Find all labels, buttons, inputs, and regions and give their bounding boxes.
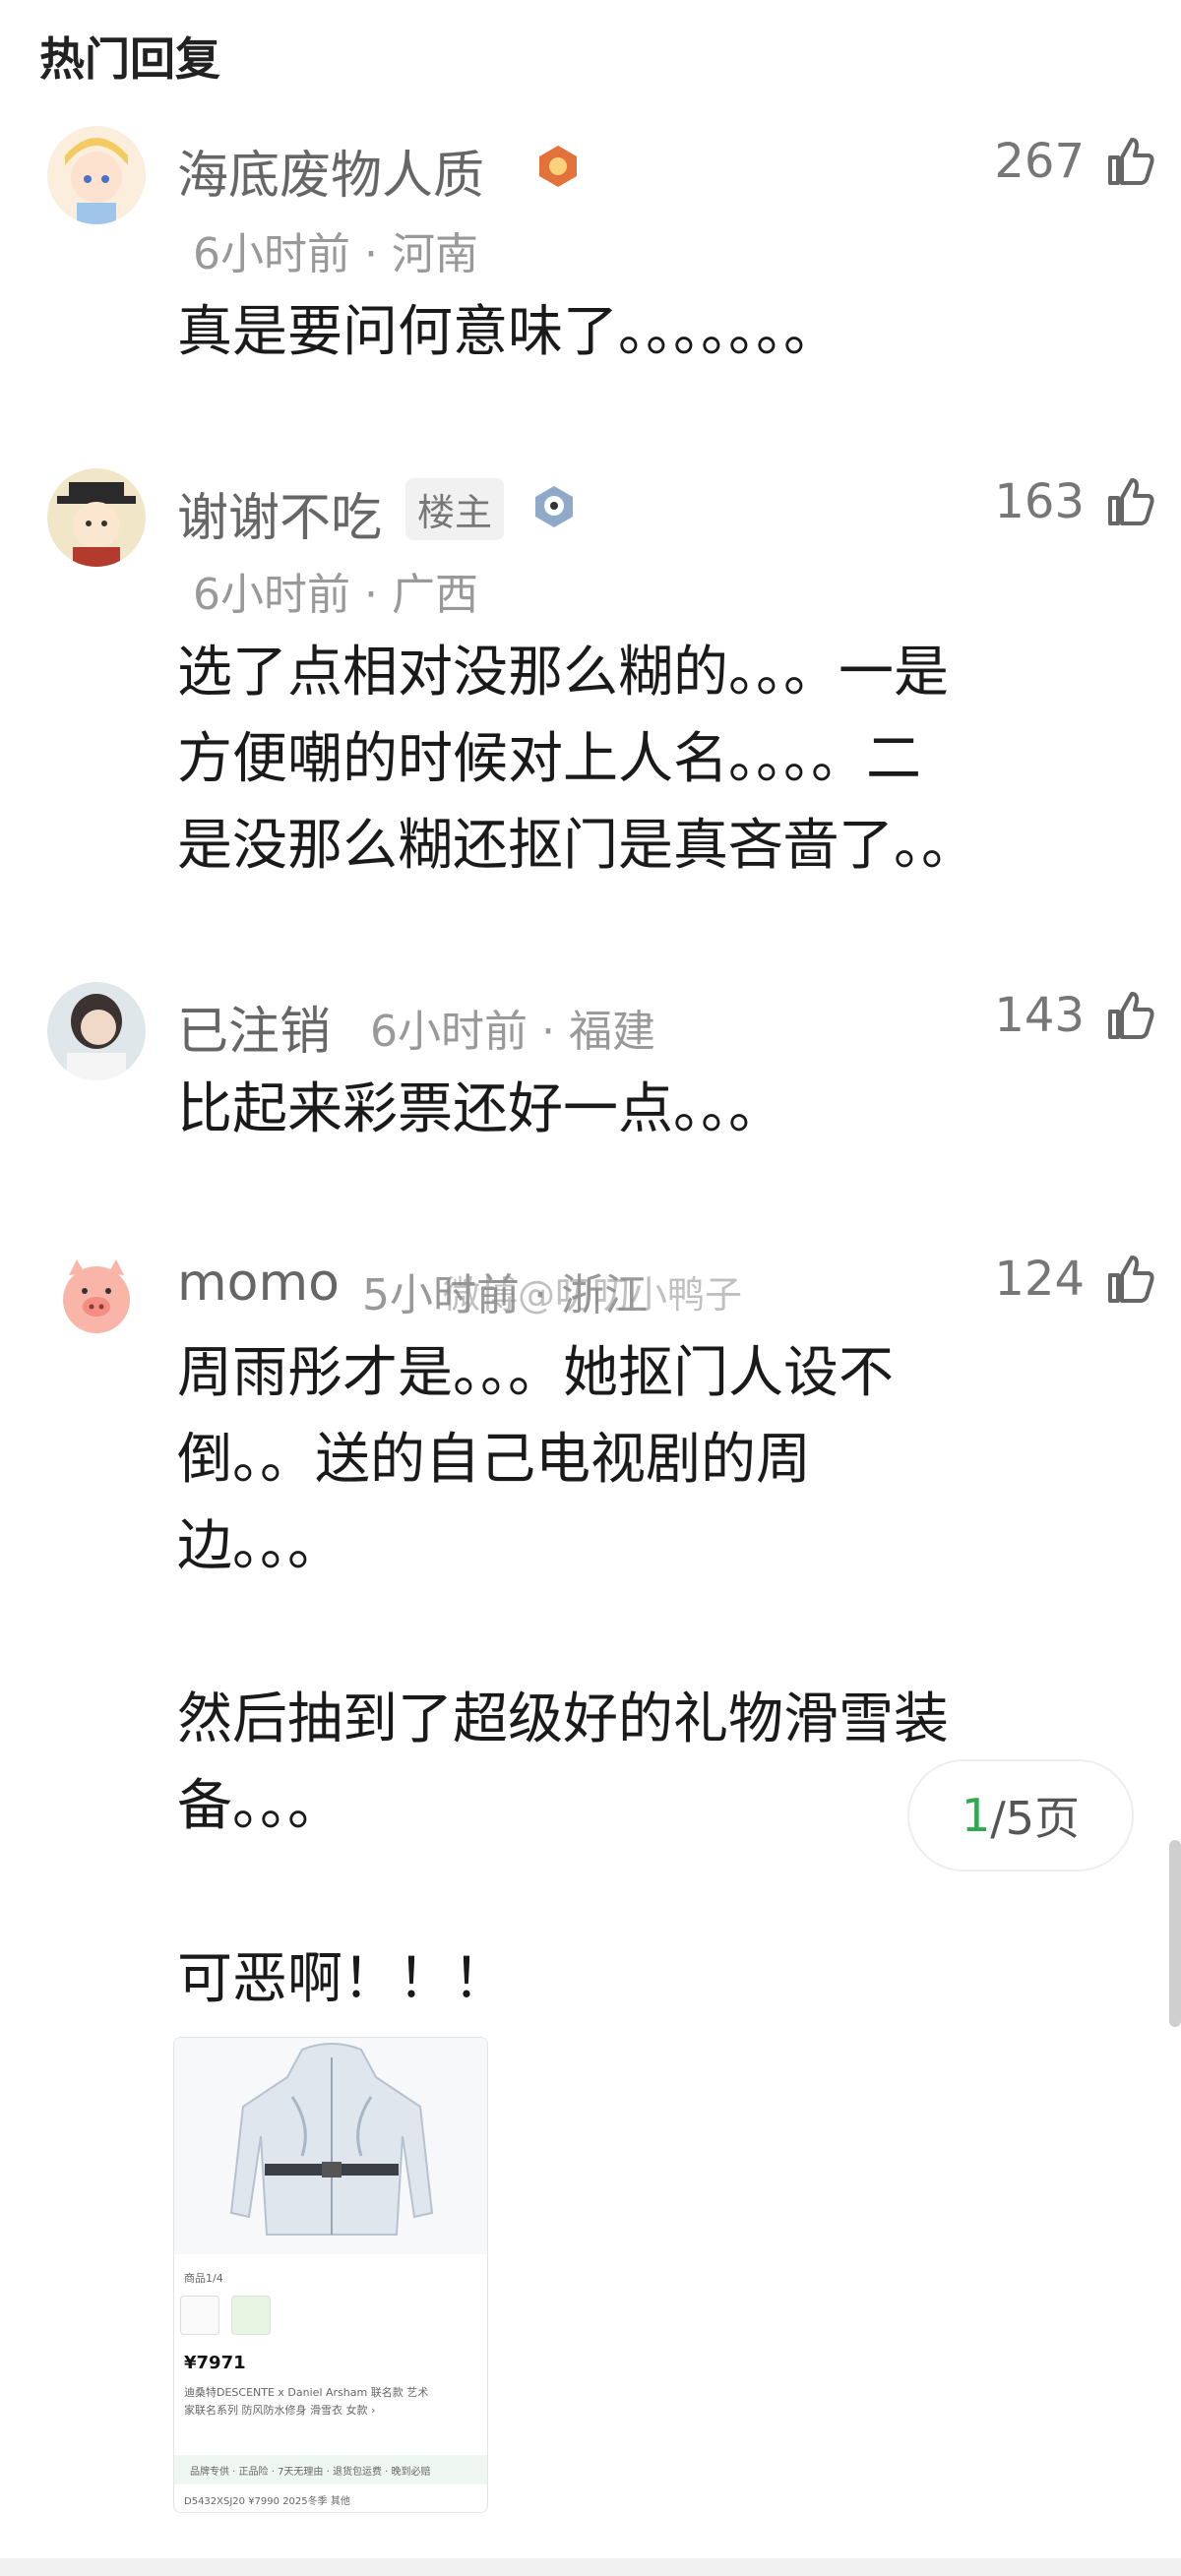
comment-line: 方便嘲的时候对上人名。。。。二 — [177, 727, 921, 791]
comment-line: 是没那么糊还抠门是真吝啬了。。 — [177, 814, 976, 878]
comment-line: 边。。。 — [177, 1514, 342, 1578]
username[interactable]: 谢谢不吃 — [177, 476, 382, 550]
comment-line: 周雨彤才是。。。她抠门人设不 — [177, 1341, 894, 1405]
avatar[interactable] — [47, 468, 146, 567]
like-count: 124 — [994, 1252, 1085, 1307]
bottom-bar — [0, 2558, 1181, 2576]
scrollbar[interactable] — [1169, 1840, 1181, 2027]
watermark: 微博@叨叨小鸭子 — [443, 1273, 743, 1317]
comment-meta: 6小时前 · 广西 — [193, 570, 478, 620]
page-indicator[interactable]: 1 /5页 — [909, 1761, 1132, 1870]
username[interactable]: 海底废物人质 — [177, 134, 484, 208]
total-pages: /5页 — [990, 1792, 1081, 1845]
thumbs-up-icon — [1108, 992, 1154, 1039]
ski-jacket-image — [229, 2043, 434, 2236]
avatar-image — [47, 126, 146, 224]
username[interactable]: 已注销 — [177, 990, 331, 1064]
avatar[interactable] — [47, 126, 146, 224]
product-thumbs — [180, 2296, 271, 2335]
like-button[interactable]: 267 — [994, 134, 1157, 189]
product-price: ¥7971 — [184, 2353, 246, 2373]
avatar-image — [47, 982, 146, 1080]
thumbs-up-icon — [1108, 1256, 1154, 1303]
comment-body: 选了点相对没那么糊的。。。一是 方便嘲的时候对上人名。。。。二 是没那么糊还抠门… — [177, 630, 1092, 889]
username[interactable]: momo — [177, 1254, 340, 1313]
product-counter: 商品1/4 — [184, 2272, 223, 2285]
comment-line: 可恶啊！！！ — [177, 1947, 508, 2011]
product-name: 迪桑特DESCENTE x Daniel Arsham 联名款 艺术 — [184, 2386, 429, 2399]
comment-meta: 6小时前 · 福建 — [370, 1007, 655, 1057]
page-title: 热门回复 — [39, 32, 220, 86]
comment-line — [177, 1590, 1092, 1677]
thumbnail[interactable] — [231, 2296, 271, 2335]
thumbs-up-icon — [1108, 138, 1154, 185]
product-spec: D5432XSJ20 ¥7990 2025冬季 其他 — [184, 2496, 350, 2507]
attached-image[interactable]: 商品1/4 ¥7971 迪桑特DESCENTE x Daniel Arsham … — [173, 2037, 488, 2513]
comment-line: 倒。。送的自己电视剧的周 — [177, 1428, 811, 1492]
comment-line: 选了点相对没那么糊的。。。一是 — [177, 641, 949, 705]
comment-line: 然后抽到了超级好的礼物滑雪装 — [177, 1687, 949, 1751]
like-count: 267 — [994, 134, 1085, 189]
avatar[interactable] — [47, 982, 146, 1080]
level-badge-icon — [535, 486, 573, 527]
product-photo — [174, 2038, 487, 2254]
thumbs-up-icon — [1108, 478, 1154, 525]
avatar-image — [47, 1246, 146, 1344]
product-name: 家联名系列 防风防水修身 滑雪衣 女款 › — [184, 2404, 376, 2417]
level-badge-icon — [539, 146, 577, 187]
like-button[interactable]: 163 — [994, 474, 1157, 529]
like-count: 143 — [994, 988, 1085, 1043]
comment-line: 真是要问何意味了。。。。。。。 — [177, 300, 839, 364]
avatar[interactable] — [47, 1246, 146, 1344]
service-text: 品牌专供 · 正品险 · 7天无理由 · 退货包运费 · 晚到必赔 — [190, 2467, 431, 2478]
comment-line: 比起来彩票还好一点。。。 — [177, 1077, 783, 1141]
like-button[interactable]: 143 — [994, 988, 1157, 1043]
like-count: 163 — [994, 474, 1085, 529]
comment-body: 比起来彩票还好一点。。。 — [177, 1067, 1092, 1153]
avatar-image — [47, 468, 146, 567]
op-tag: 楼主 — [405, 478, 505, 540]
thumbnail[interactable] — [180, 2296, 219, 2335]
comment-body: 真是要问何意味了。。。。。。。 — [177, 289, 1092, 376]
like-button[interactable]: 124 — [994, 1252, 1157, 1307]
comment-body: 周雨彤才是。。。她抠门人设不 倒。。送的自己电视剧的周 边。。。 然后抽到了超级… — [177, 1330, 1092, 2023]
comment-meta: 6小时前 · 河南 — [193, 229, 478, 279]
current-page: 1 — [961, 1789, 991, 1842]
